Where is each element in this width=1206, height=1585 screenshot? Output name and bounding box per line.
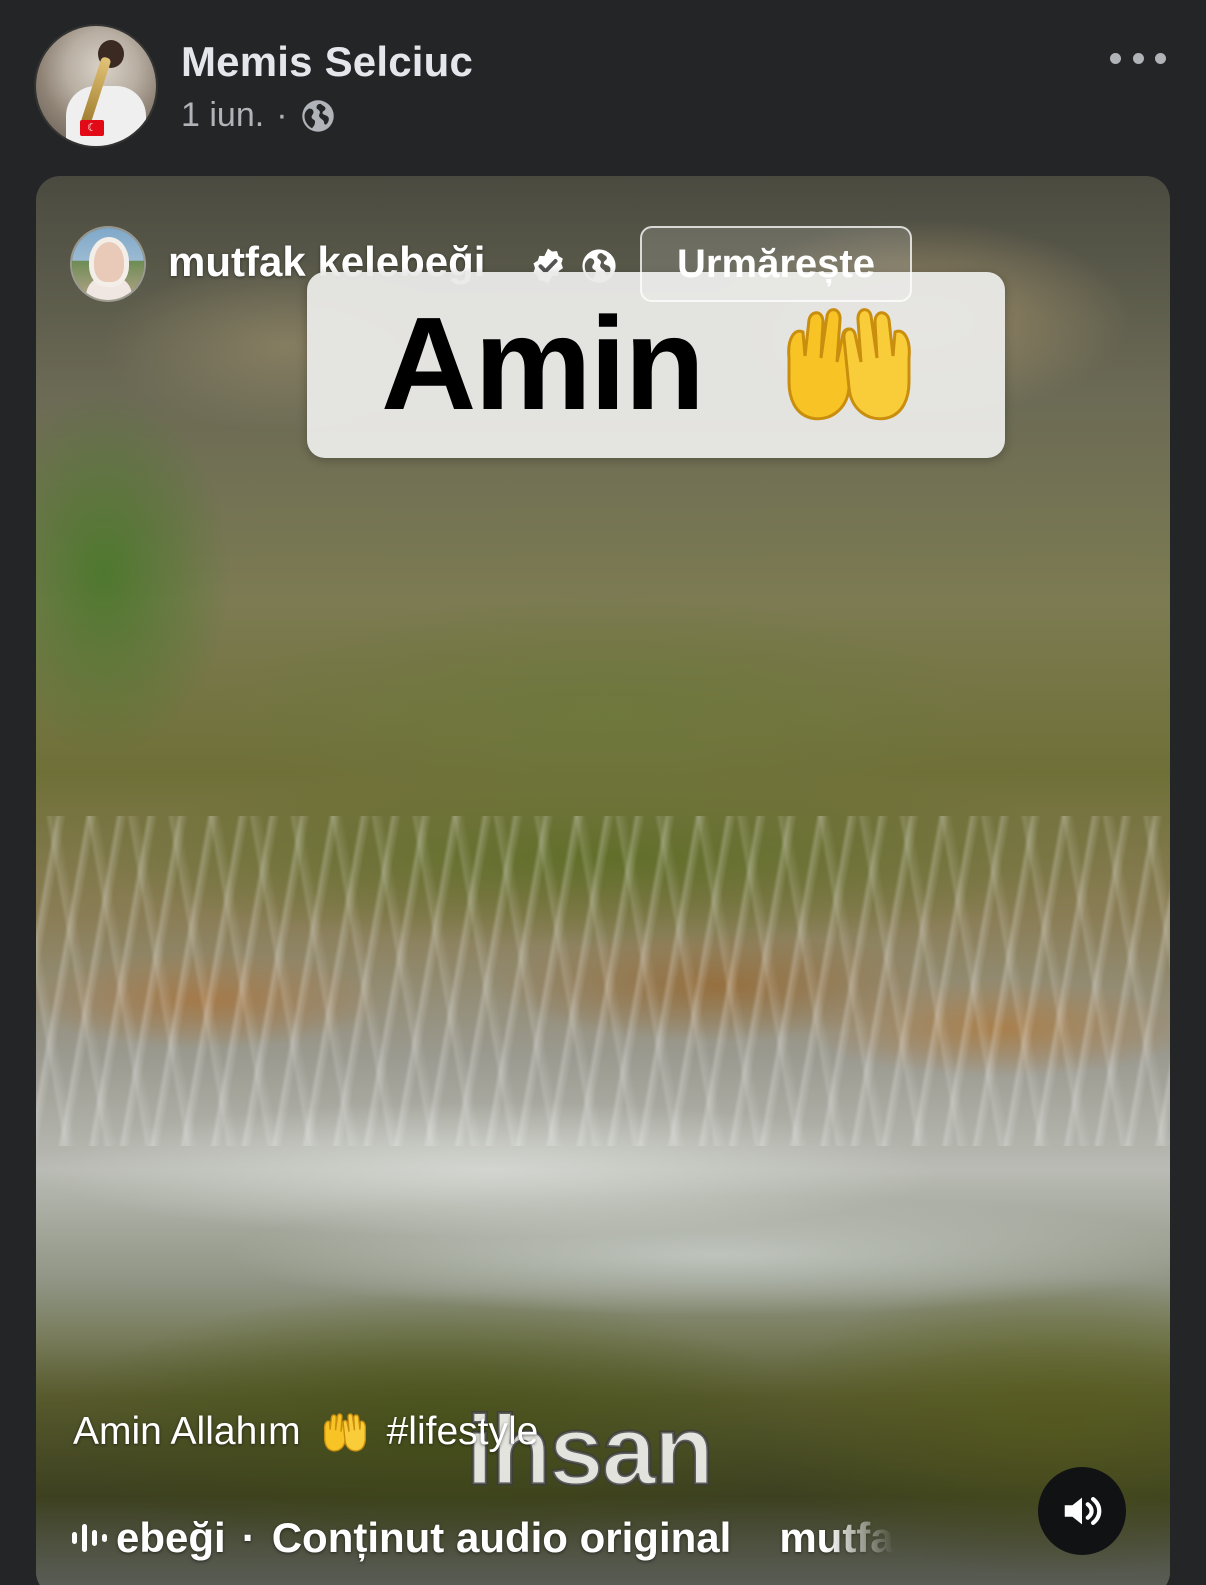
turkey-flag-icon: ☾ <box>80 120 104 136</box>
audio-author-fragment: ebeği <box>116 1514 226 1561</box>
post-container: ☾ Memis Selciuc 1 iun. · mutfak kelebeği <box>0 0 1206 1585</box>
video-water-texture <box>36 816 1170 1146</box>
audio-trailing-fragment: mutfa <box>779 1514 894 1561</box>
speaker-volume-icon <box>1064 1497 1102 1525</box>
more-dot <box>1155 52 1166 64</box>
meta-separator: · <box>276 96 288 134</box>
author-avatar[interactable]: ☾ <box>36 26 156 146</box>
volume-button[interactable] <box>1038 1467 1126 1555</box>
audio-separator: · <box>241 1514 256 1561</box>
palms-up-together-icon <box>787 308 911 421</box>
post-header: ☾ Memis Selciuc 1 iun. · <box>0 0 1206 170</box>
more-options-button[interactable] <box>1110 44 1166 72</box>
globe-icon <box>301 99 334 132</box>
caption-hashtag[interactable]: #lifestyle <box>387 1410 539 1454</box>
more-dot <box>1110 52 1121 64</box>
audio-attribution[interactable]: ebeği · Conținut audio original mutfa <box>70 1510 940 1566</box>
post-date[interactable]: 1 iun. <box>181 96 264 135</box>
reel-author-avatar[interactable] <box>72 228 144 300</box>
audio-label: Conținut audio original <box>271 1514 732 1561</box>
reel-caption[interactable]: Amin Allahım #lifestyle <box>73 1410 538 1454</box>
palms-up-together-icon <box>323 1413 366 1452</box>
follow-button[interactable]: Urmărește <box>640 226 912 302</box>
author-name[interactable]: Memis Selciuc <box>181 38 473 86</box>
audio-bars-icon <box>72 1524 107 1552</box>
sticker-text: Amin <box>381 290 705 437</box>
more-dot <box>1132 52 1144 64</box>
post-meta: 1 iun. · <box>181 96 336 135</box>
caption-text: Amin Allahım <box>73 1410 301 1453</box>
